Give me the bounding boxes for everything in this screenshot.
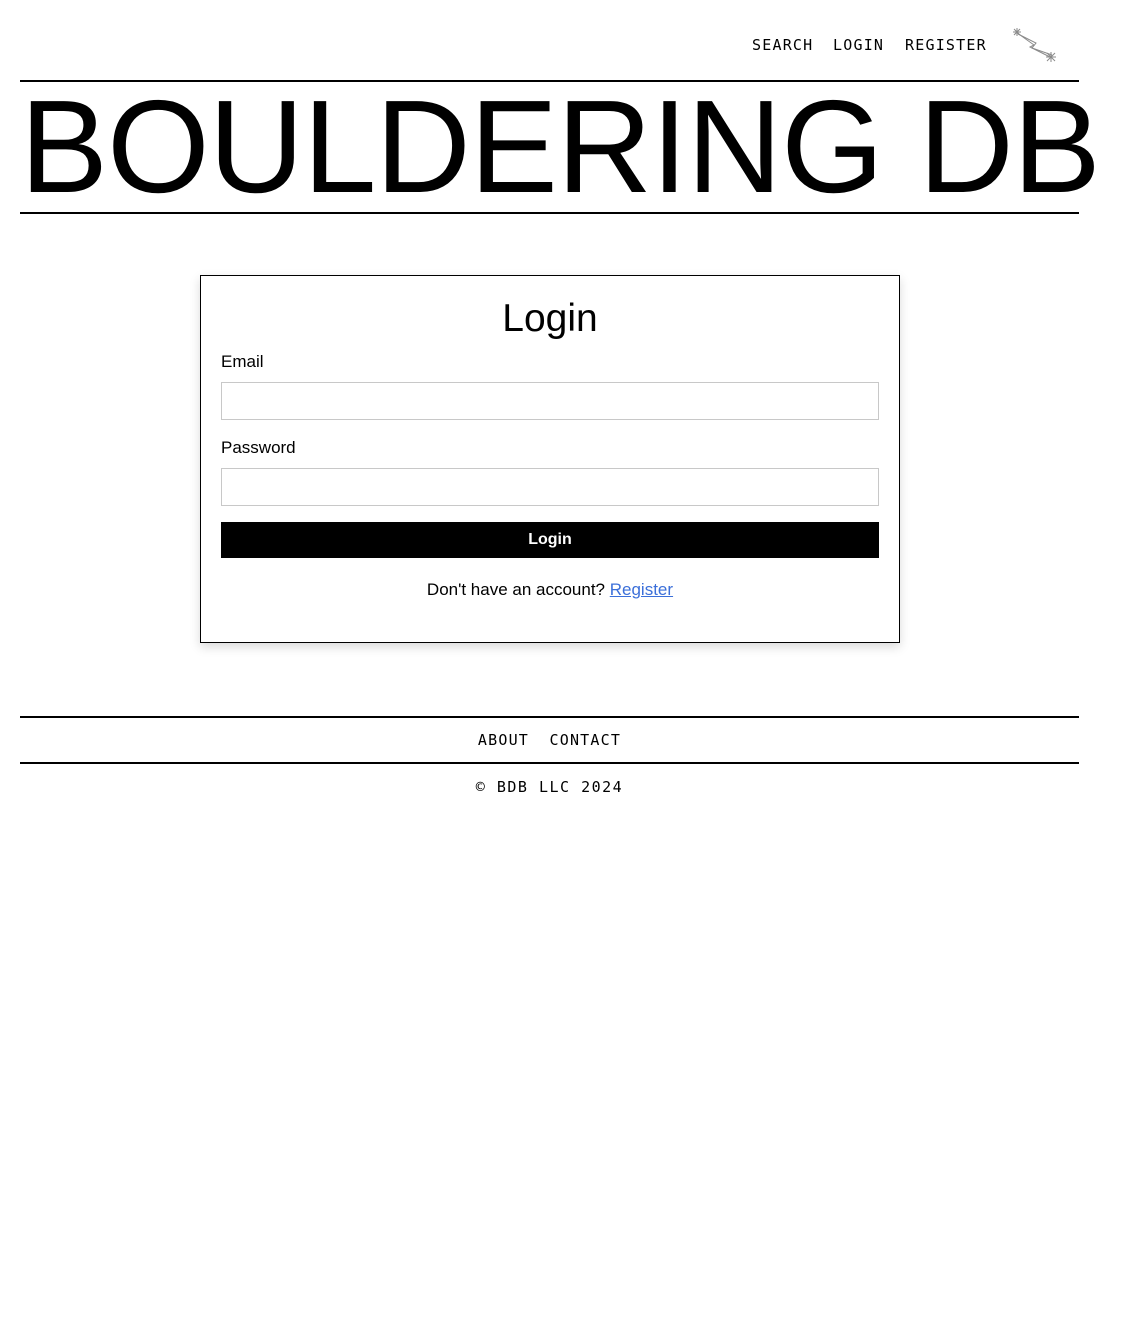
password-label: Password — [221, 438, 296, 457]
top-nav: SEARCH LOGIN REGISTER — [0, 27, 1143, 63]
nav-register-link[interactable]: REGISTER — [905, 36, 987, 54]
page: SEARCH LOGIN REGISTER BOULDERING DB Logi… — [0, 0, 1143, 1320]
copyright-text: © BDB LLC 2024 — [475, 778, 624, 796]
nav-search-link[interactable]: SEARCH — [752, 36, 813, 54]
password-field[interactable] — [221, 468, 879, 506]
footer-contact-link[interactable]: CONTACT — [549, 718, 621, 762]
login-title: Login — [502, 297, 598, 340]
footer-bottom-divider — [20, 762, 1079, 764]
sparkle-climber-icon[interactable] — [1010, 27, 1058, 63]
header-bottom-divider — [20, 212, 1079, 214]
login-button[interactable]: Login — [221, 522, 879, 558]
login-card: Login Email Password Login Don't have an… — [200, 275, 900, 643]
email-field[interactable] — [221, 382, 879, 420]
email-label: Email — [221, 352, 264, 371]
register-prompt-text: Don't have an account? — [426, 580, 606, 599]
nav-login-link[interactable]: LOGIN — [833, 36, 884, 54]
footer-about-link[interactable]: ABOUT — [478, 718, 529, 762]
register-prompt-row: Don't have an account? Register — [201, 579, 899, 601]
site-title: BOULDERING DB — [20, 73, 1101, 220]
footer-nav: ABOUT CONTACT — [20, 718, 1079, 762]
register-link[interactable]: Register — [610, 580, 673, 599]
